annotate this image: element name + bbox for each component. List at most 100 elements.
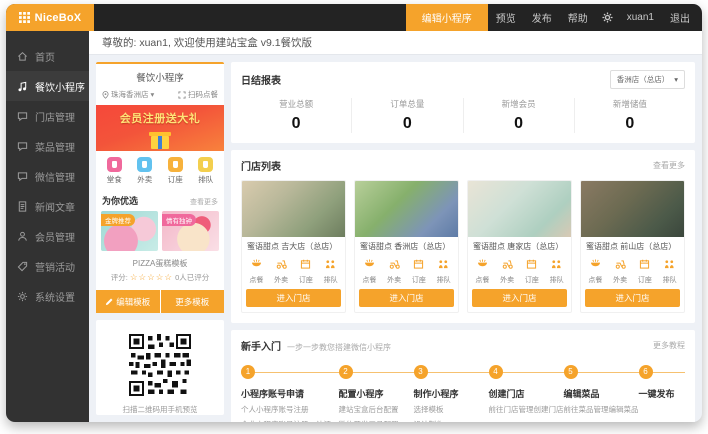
store-list-card: 门店列表 查看更多 蜜语甜点 吉大店（总店） 点餐 外卖 (231, 150, 695, 323)
stat-new-members: 新增会员 0 (463, 98, 574, 133)
store-photo (468, 181, 571, 237)
logo[interactable]: NiceBoX (6, 4, 94, 31)
queue-people-icon (664, 259, 675, 269)
step-link[interactable]: 前往菜品管理编辑菜品 (564, 404, 639, 415)
username-menu[interactable]: xuan1 (619, 4, 662, 31)
store-feature-queue[interactable]: 排队 (318, 256, 343, 285)
more-tutorials-link[interactable]: 更多教程 (653, 340, 685, 351)
settings-gear-button[interactable] (596, 4, 619, 31)
calendar-icon (413, 259, 424, 269)
store-feature-order[interactable]: 点餐 (357, 256, 382, 285)
scooter-icon (502, 259, 513, 269)
sidebar-item-marketing-activities[interactable]: 营销活动 (6, 251, 89, 281)
reserve-icon (168, 157, 183, 172)
sidebar-item-system-settings[interactable]: 系统设置 (6, 281, 89, 311)
feature-reserve[interactable]: 订座 (160, 157, 191, 185)
grid-icon (19, 12, 30, 23)
stores-more-link[interactable]: 查看更多 (653, 160, 685, 171)
enter-store-button[interactable]: 进入门店 (472, 289, 567, 307)
feature-takeout[interactable]: 外卖 (130, 157, 161, 185)
chat-bubble-icon (17, 171, 28, 182)
sidebar-item-dish-management[interactable]: 菜品管理 (6, 131, 89, 161)
gear-icon (602, 12, 613, 23)
step-link[interactable]: 选择模板 (414, 404, 489, 415)
step-link[interactable]: 建站宝盒后台配置 (339, 404, 414, 415)
enter-store-button[interactable]: 进入门店 (585, 289, 680, 307)
edit-template-button[interactable]: 编辑模板 (96, 290, 160, 313)
guide-steps: 1 小程序账号申请 个人小程序账号注册 企业小程序账号注册、认证 微信公众号注册… (241, 365, 685, 422)
store-feature-takeout[interactable]: 外卖 (382, 256, 407, 285)
step-number-badge: 4 (489, 365, 503, 379)
sidebar-item-store-management[interactable]: 门店管理 (6, 101, 89, 131)
store-feature-reserve[interactable]: 订座 (633, 256, 658, 285)
queue-people-icon (551, 259, 562, 269)
greeting-bar: 尊敬的: xuan1, 欢迎使用建站宝盒 v9.1餐饮版 (89, 31, 702, 55)
step-number-badge: 5 (564, 365, 578, 379)
store-feature-takeout[interactable]: 外卖 (269, 256, 294, 285)
scan-order-button[interactable]: 扫码点餐 (178, 89, 218, 100)
store-feature-queue[interactable]: 排队 (544, 256, 569, 285)
store-feature-reserve[interactable]: 订座 (407, 256, 432, 285)
document-icon (17, 201, 28, 212)
store-feature-takeout[interactable]: 外卖 (495, 256, 520, 285)
template-rating: 评分: ☆☆☆☆☆ 0人已评分 (96, 272, 224, 283)
edit-miniprogram-tab[interactable]: 编辑小程序 (406, 4, 488, 31)
takeout-icon (137, 157, 152, 172)
star-rating-icons[interactable]: ☆☆☆☆☆ (130, 272, 173, 282)
store-select-dropdown[interactable]: 香洲店（总店） ▾ (610, 70, 685, 89)
product-image-cake[interactable]: 情有独钟 (162, 211, 219, 251)
store-card: 蜜语甜点 唐家店（总店） 点餐 外卖 订座 排队 进入门店 (467, 180, 572, 313)
product-image-cupcake[interactable]: 金牌推荐 (101, 211, 158, 251)
store-feature-queue[interactable]: 排队 (657, 256, 682, 285)
store-feature-reserve[interactable]: 订座 (294, 256, 319, 285)
publish-link[interactable]: 发布 (524, 4, 560, 31)
store-feature-queue[interactable]: 排队 (431, 256, 456, 285)
store-photo (581, 181, 684, 237)
enter-store-button[interactable]: 进入门店 (359, 289, 454, 307)
store-card: 蜜语甜点 香洲店（总店） 点餐 外卖 订座 排队 进入门店 (354, 180, 459, 313)
feature-dine-in[interactable]: 堂食 (99, 157, 130, 185)
help-link[interactable]: 帮助 (560, 4, 596, 31)
step-link[interactable]: 微信开发工具配置 (339, 419, 414, 422)
feature-queue[interactable]: 排队 (191, 157, 222, 185)
guide-step-2: 2 配置小程序 建站宝盒后台配置 微信开发工具配置 (339, 365, 414, 422)
picks-more-link[interactable]: 查看更多 (190, 197, 218, 207)
calendar-icon (526, 259, 537, 269)
more-templates-button[interactable]: 更多模板 (161, 290, 225, 313)
queue-icon (198, 157, 213, 172)
store-feature-reserve[interactable]: 订座 (520, 256, 545, 285)
sidebar-item-restaurant-miniprogram[interactable]: 餐饮小程序 (6, 71, 89, 101)
logout-link[interactable]: 退出 (662, 4, 702, 31)
preview-link[interactable]: 预览 (488, 4, 524, 31)
store-feature-order[interactable]: 点餐 (470, 256, 495, 285)
daily-report-card: 日结报表 香洲店（总店） ▾ 营业总额 0 (231, 62, 695, 143)
banner-text: 会员注册送大礼 (120, 110, 201, 126)
promo-banner[interactable]: 会员注册送大礼 (96, 105, 224, 151)
store-photo (355, 181, 458, 237)
preview-title: 餐饮小程序 (96, 64, 224, 89)
qr-code (129, 334, 191, 396)
store-feature-order[interactable]: 点餐 (244, 256, 269, 285)
sidebar-item-member-management[interactable]: 会员管理 (6, 221, 89, 251)
step-link[interactable]: 设计制作 (414, 419, 489, 422)
enter-store-button[interactable]: 进入门店 (246, 289, 341, 307)
logo-text: NiceBoX (35, 12, 82, 24)
location-selector[interactable]: 珠海香洲店 ▾ (102, 89, 154, 100)
person-icon (17, 231, 28, 242)
step-link[interactable]: 个人小程序账号注册 (241, 404, 339, 415)
step-link[interactable]: 前往门店管理创建门店 (489, 404, 564, 415)
tag-icon (17, 261, 28, 272)
guide-subtitle: 一步一步教您搭建微信小程序 (287, 342, 391, 353)
store-feature-takeout[interactable]: 外卖 (608, 256, 633, 285)
sidebar-item-home[interactable]: 首页 (6, 41, 89, 71)
sidebar-item-wechat-management[interactable]: 微信管理 (6, 161, 89, 191)
sidebar-item-news-articles[interactable]: 新闻文章 (6, 191, 89, 221)
store-feature-order[interactable]: 点餐 (583, 256, 608, 285)
bowl-icon (590, 259, 601, 269)
home-icon (17, 51, 28, 62)
step-link[interactable]: 企业小程序账号注册、认证 (241, 419, 339, 422)
stat-new-deposits: 新增储值 0 (574, 98, 685, 133)
scan-icon (178, 91, 186, 99)
bowl-icon (477, 259, 488, 269)
app-window: NiceBoX 编辑小程序 预览 发布 帮助 xuan1 退出 首页 餐饮小程序 (6, 4, 702, 422)
